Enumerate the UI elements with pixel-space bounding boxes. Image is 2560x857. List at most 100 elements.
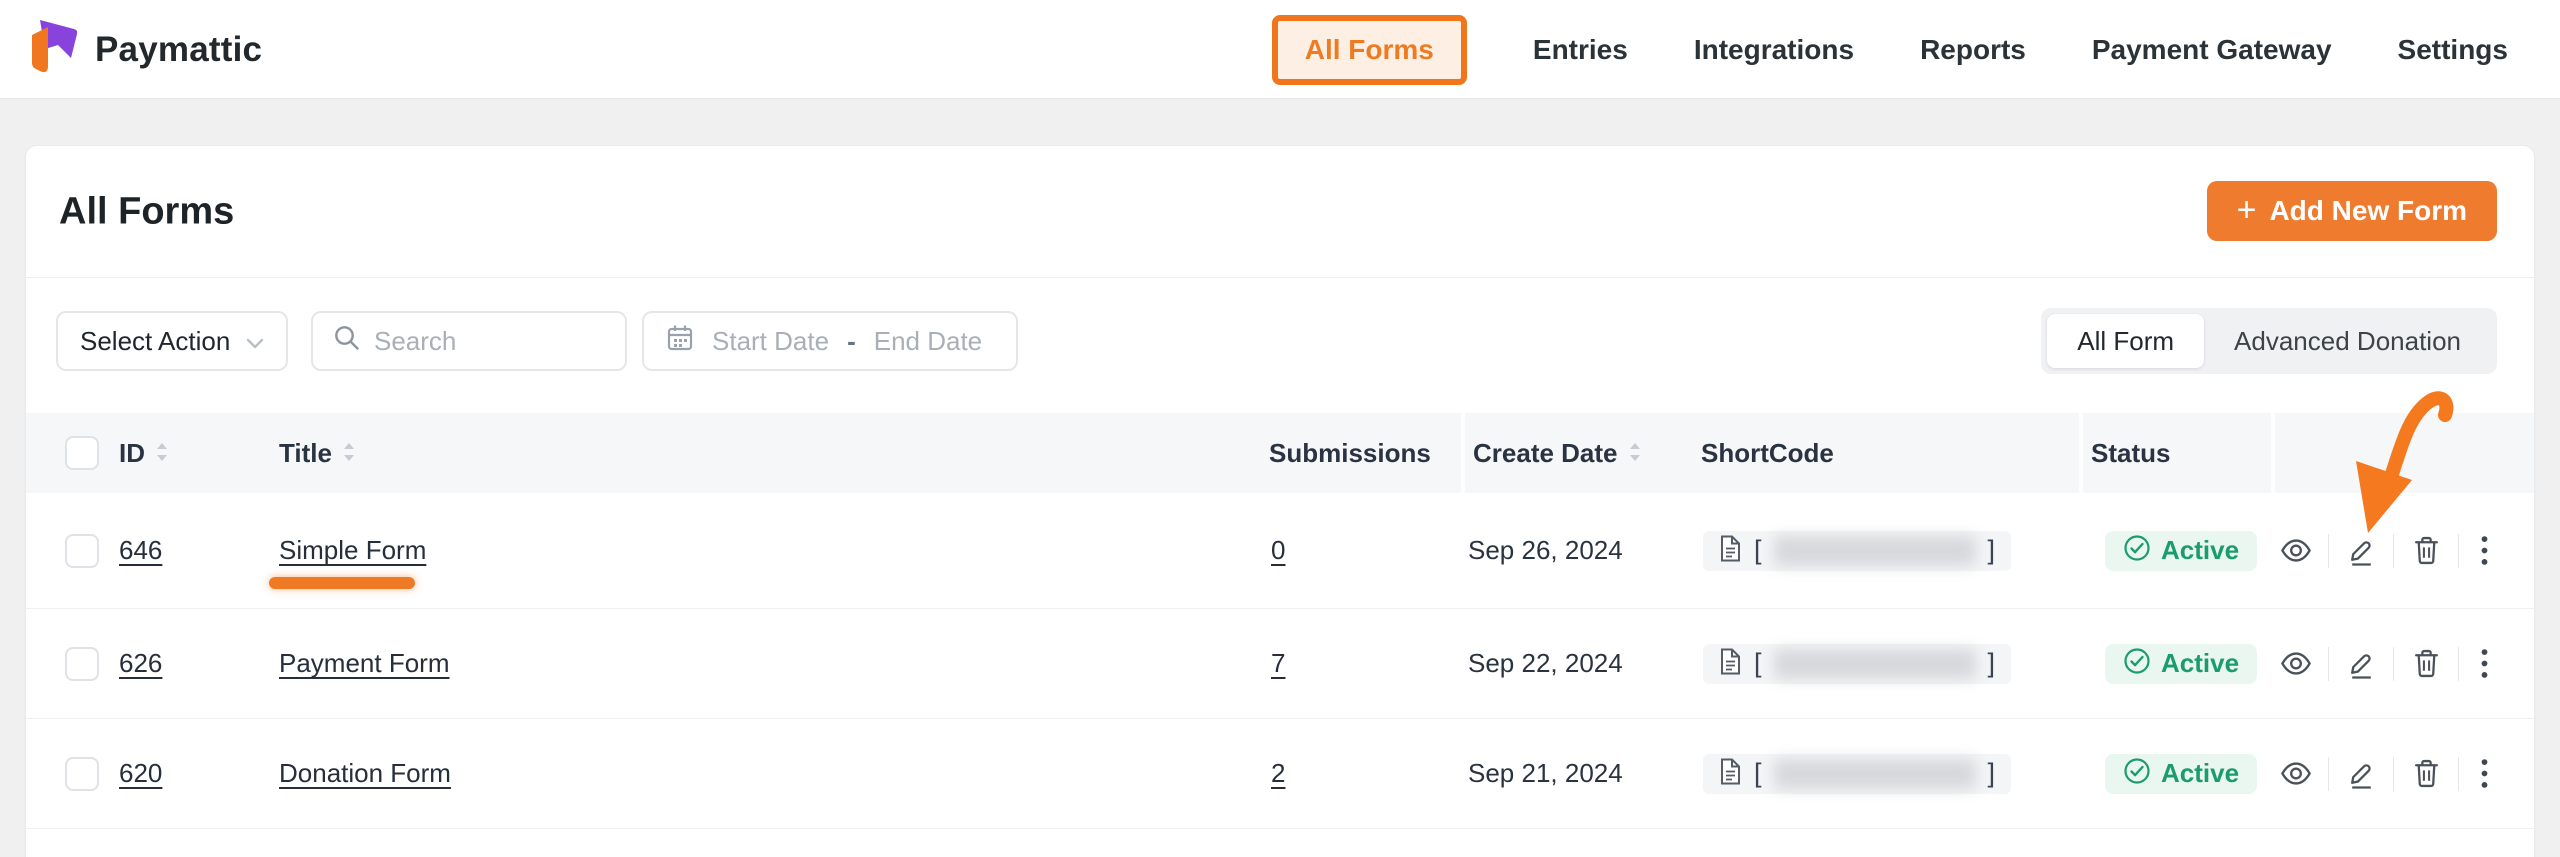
- file-text-icon: [1719, 648, 1742, 680]
- toggle-advanced-donation[interactable]: Advanced Donation: [2204, 314, 2491, 368]
- toggle-all-form[interactable]: All Form: [2047, 314, 2204, 368]
- view-icon[interactable]: [2279, 757, 2313, 791]
- submissions-count-link[interactable]: 7: [1271, 648, 1285, 679]
- column-header-title[interactable]: Title: [279, 413, 356, 493]
- action-divider: [2393, 647, 2394, 681]
- table-header: ID Title Submissions Create Date ShortCo…: [26, 413, 2534, 493]
- end-date-placeholder[interactable]: End Date: [874, 326, 982, 357]
- form-id-link[interactable]: 646: [119, 535, 162, 566]
- form-type-toggle: All Form Advanced Donation: [2041, 308, 2497, 374]
- delete-icon[interactable]: [2409, 534, 2443, 568]
- redacted-shortcode: [1774, 759, 1976, 789]
- date-range-picker[interactable]: Start Date - End Date: [642, 311, 1018, 371]
- row-checkbox[interactable]: [65, 534, 99, 568]
- brand-logo: Paymattic: [26, 0, 262, 99]
- nav-item-payment-gateway[interactable]: Payment Gateway: [2092, 34, 2332, 66]
- select-all-checkbox[interactable]: [65, 436, 99, 470]
- select-action-dropdown[interactable]: Select Action: [56, 311, 288, 371]
- start-date-placeholder[interactable]: Start Date: [712, 326, 829, 357]
- create-date: Sep 21, 2024: [1468, 758, 1623, 789]
- shortcode-open-bracket: [: [1754, 648, 1762, 679]
- shortcode-close-bracket: ]: [1988, 535, 1996, 566]
- check-circle-icon: [2123, 647, 2151, 680]
- row-actions: [2279, 493, 2494, 608]
- view-icon[interactable]: [2279, 647, 2313, 681]
- select-action-label: Select Action: [80, 326, 230, 357]
- status-badge: Active: [2105, 531, 2257, 571]
- action-divider: [2393, 757, 2394, 791]
- shortcode-pill[interactable]: [ ]: [1703, 754, 2011, 794]
- header-divider: [1461, 413, 1465, 493]
- table-row: 620 Donation Form 2 Sep 21, 2024 [ ]: [26, 719, 2534, 829]
- add-new-form-label: Add New Form: [2269, 195, 2467, 227]
- check-circle-icon: [2123, 534, 2151, 567]
- redacted-shortcode: [1774, 536, 1976, 566]
- submissions-count-link[interactable]: 0: [1271, 535, 1285, 566]
- search-icon: [333, 324, 360, 358]
- form-id-link[interactable]: 626: [119, 648, 162, 679]
- action-divider: [2328, 647, 2329, 681]
- table-row: 626 Payment Form 7 Sep 22, 2024 [ ]: [26, 609, 2534, 719]
- chevron-down-icon: [246, 326, 264, 357]
- date-separator: -: [847, 326, 856, 357]
- status-badge: Active: [2105, 754, 2257, 794]
- form-id-link[interactable]: 620: [119, 758, 162, 789]
- status-label: Active: [2161, 535, 2239, 566]
- annotation-highlight-bar: [269, 577, 415, 589]
- edit-icon[interactable]: [2344, 534, 2378, 568]
- search-field[interactable]: [311, 311, 627, 371]
- row-checkbox[interactable]: [65, 647, 99, 681]
- check-circle-icon: [2123, 757, 2151, 790]
- brand-name: Paymattic: [95, 30, 262, 70]
- plus-icon: +: [2237, 193, 2257, 227]
- shortcode-open-bracket: [: [1754, 758, 1762, 789]
- column-header-shortcode: ShortCode: [1701, 413, 1834, 493]
- row-checkbox[interactable]: [65, 757, 99, 791]
- action-divider: [2328, 534, 2329, 568]
- column-header-status: Status: [2091, 413, 2170, 493]
- shortcode-close-bracket: ]: [1988, 648, 1996, 679]
- nav-item-all-forms[interactable]: All Forms: [1272, 15, 1467, 85]
- more-options-icon[interactable]: [2474, 647, 2494, 681]
- action-divider: [2328, 757, 2329, 791]
- edit-icon[interactable]: [2344, 647, 2378, 681]
- page-title: All Forms: [59, 190, 234, 233]
- add-new-form-button[interactable]: + Add New Form: [2207, 181, 2497, 241]
- sort-icon[interactable]: [1628, 438, 1642, 469]
- nav-item-entries[interactable]: Entries: [1533, 34, 1628, 66]
- file-text-icon: [1719, 758, 1742, 790]
- shortcode-pill[interactable]: [ ]: [1703, 531, 2011, 571]
- action-divider: [2393, 534, 2394, 568]
- top-navbar: Paymattic All Forms Entries Integrations…: [0, 0, 2560, 99]
- sort-icon[interactable]: [155, 438, 169, 469]
- view-icon[interactable]: [2279, 534, 2313, 568]
- action-divider: [2458, 647, 2459, 681]
- nav-item-reports[interactable]: Reports: [1920, 34, 2026, 66]
- column-header-create-date[interactable]: Create Date: [1473, 413, 1642, 493]
- column-header-id[interactable]: ID: [119, 413, 169, 493]
- submissions-count-link[interactable]: 2: [1271, 758, 1285, 789]
- sort-icon[interactable]: [342, 438, 356, 469]
- form-title-link[interactable]: Simple Form: [279, 535, 426, 566]
- action-divider: [2458, 757, 2459, 791]
- nav-item-settings[interactable]: Settings: [2398, 34, 2508, 66]
- column-header-submissions: Submissions: [1269, 413, 1431, 493]
- shortcode-close-bracket: ]: [1988, 758, 1996, 789]
- more-options-icon[interactable]: [2474, 757, 2494, 791]
- row-actions: [2279, 719, 2494, 828]
- more-options-icon[interactable]: [2474, 534, 2494, 568]
- edit-icon[interactable]: [2344, 757, 2378, 791]
- table-row: 646 Simple Form 0 Sep 26, 2024 [ ]: [26, 493, 2534, 609]
- form-title-link[interactable]: Payment Form: [279, 648, 450, 679]
- nav-item-integrations[interactable]: Integrations: [1694, 34, 1854, 66]
- redacted-shortcode: [1774, 649, 1976, 679]
- form-title-link[interactable]: Donation Form: [279, 758, 451, 789]
- calendar-icon: [666, 324, 694, 359]
- delete-icon[interactable]: [2409, 647, 2443, 681]
- shortcode-pill[interactable]: [ ]: [1703, 644, 2011, 684]
- paymattic-logo-icon: [26, 18, 80, 81]
- filter-bar: Select Action: [26, 278, 2534, 413]
- delete-icon[interactable]: [2409, 757, 2443, 791]
- app-root: Paymattic All Forms Entries Integrations…: [0, 0, 2560, 857]
- create-date: Sep 22, 2024: [1468, 648, 1623, 679]
